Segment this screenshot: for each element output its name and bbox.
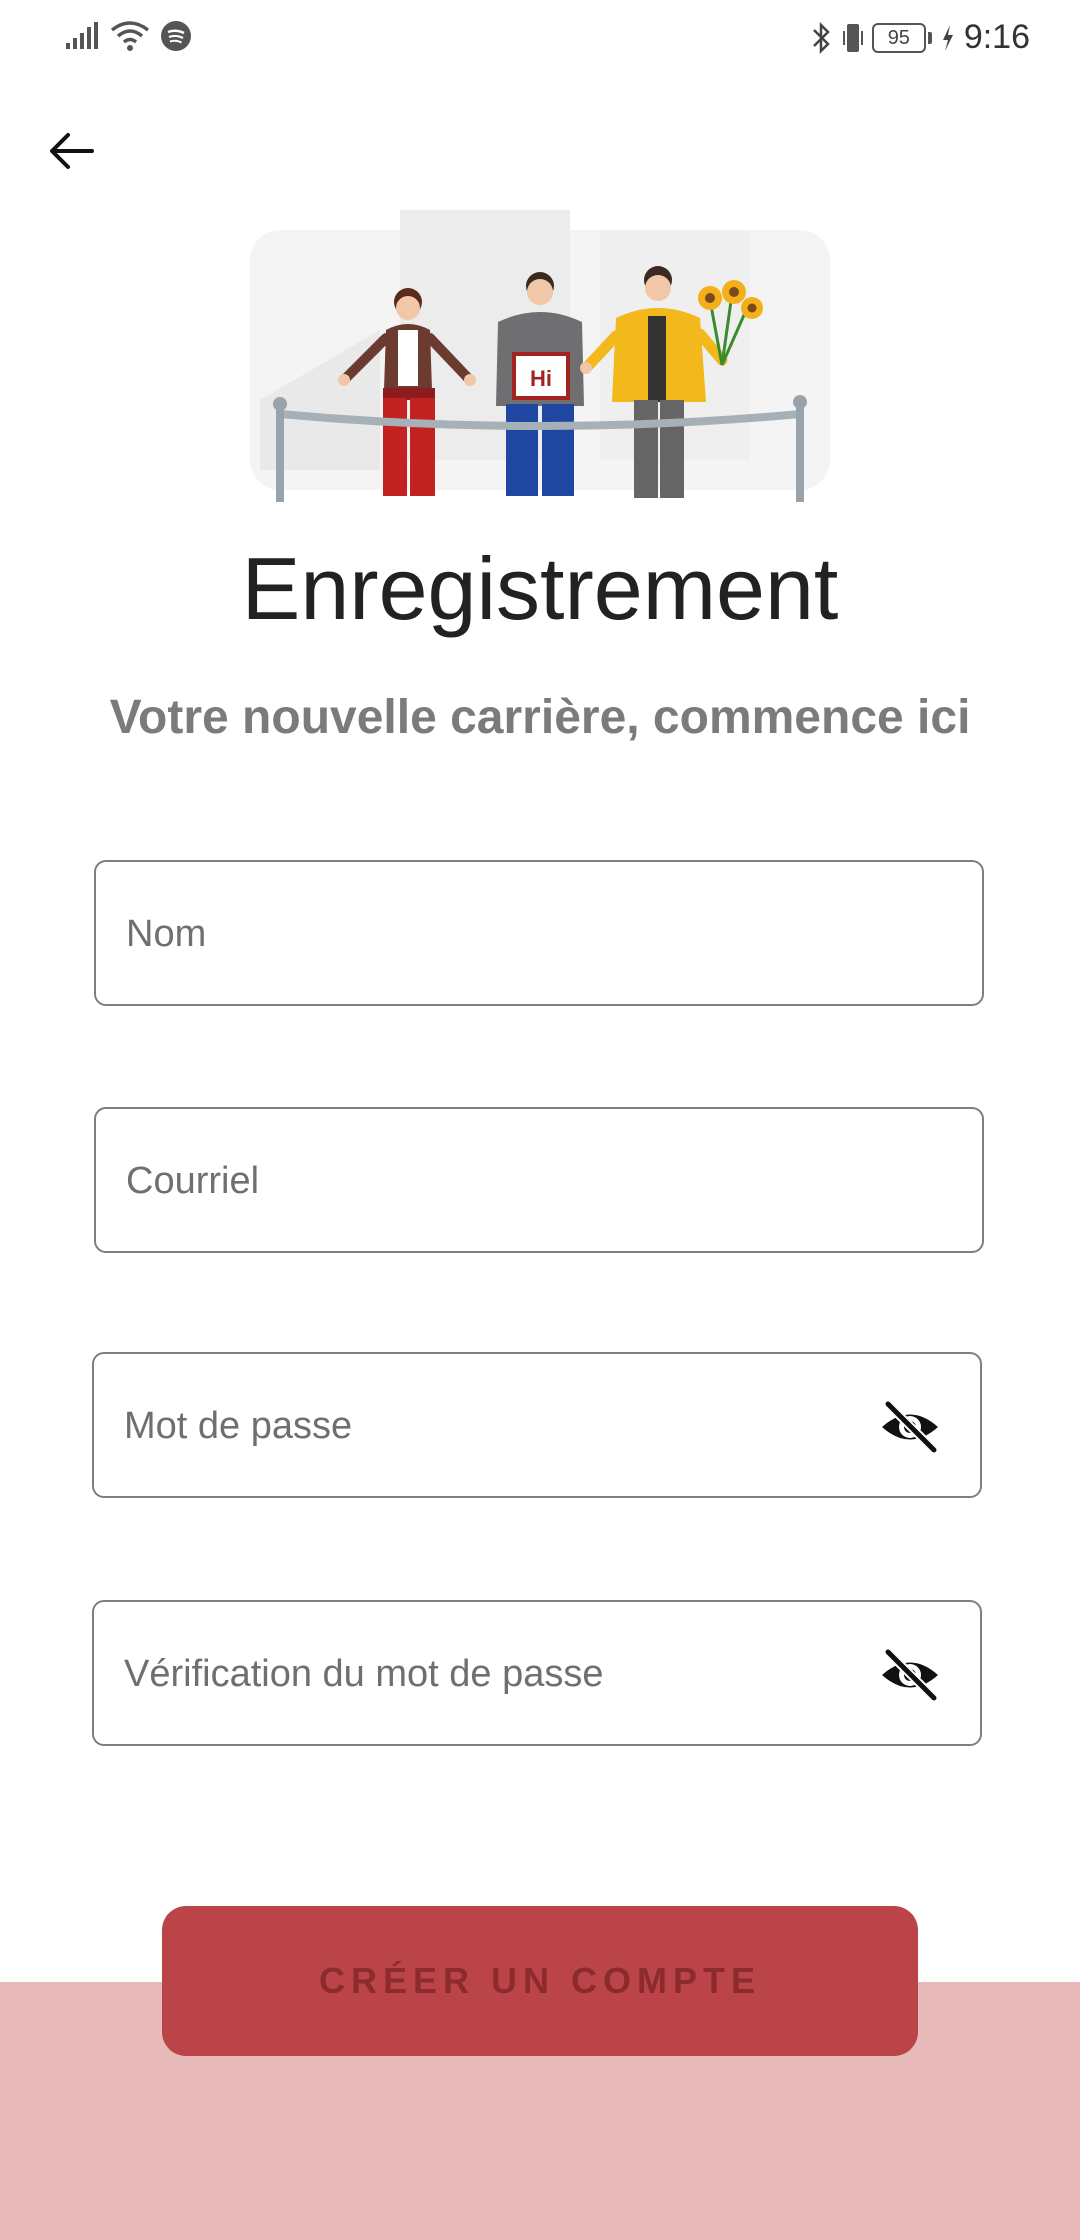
password-input[interactable]	[122, 1354, 886, 1498]
email-input[interactable]	[124, 1109, 888, 1253]
battery-tip	[927, 31, 932, 44]
confirm-password-visibility-toggle[interactable]	[878, 1648, 942, 1702]
confirm-password-input[interactable]	[122, 1602, 886, 1746]
eye-off-icon	[882, 1400, 938, 1454]
back-button[interactable]	[40, 120, 102, 182]
status-bar: 95 9:16	[0, 0, 1080, 80]
name-field	[94, 860, 984, 1006]
password-field	[92, 1352, 982, 1498]
name-input[interactable]	[124, 862, 888, 1006]
password-visibility-toggle[interactable]	[878, 1400, 942, 1454]
vibrate-icon	[842, 23, 863, 52]
sign-text: Hi	[530, 366, 552, 391]
eye-off-icon	[882, 1648, 938, 1702]
clock: 9:16	[963, 18, 1030, 56]
page-title: Enregistrement	[241, 539, 839, 638]
status-icons-right: 95 9:16	[810, 18, 1030, 57]
battery-level: 95	[871, 22, 926, 53]
charging-icon	[942, 24, 953, 51]
cell-signal-icon	[66, 22, 98, 49]
bluetooth-icon	[812, 21, 830, 54]
page-subtitle: Votre nouvelle carrière, commence ici	[109, 691, 971, 744]
status-icons-left	[64, 20, 192, 52]
confirm-password-field	[92, 1600, 982, 1746]
arrow-left-icon	[50, 133, 94, 169]
welcome-illustration: Hi	[250, 210, 830, 502]
battery-indicator: 95	[871, 22, 932, 53]
wifi-icon	[110, 21, 150, 51]
create-account-button[interactable]: CRÉER UN COMPTE	[162, 1906, 918, 2056]
spotify-icon	[161, 21, 191, 51]
email-field	[94, 1107, 984, 1253]
